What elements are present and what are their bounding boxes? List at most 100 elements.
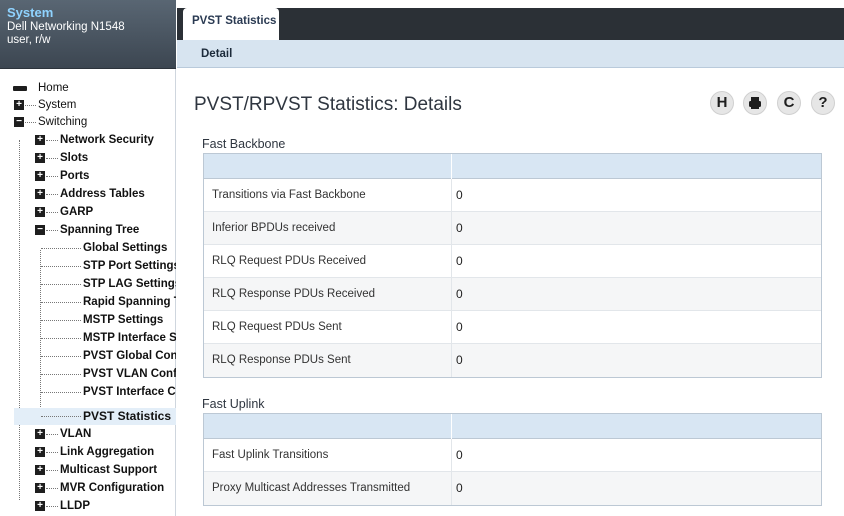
table-row: RLQ Response PDUs Received 0 [204, 278, 821, 311]
tree-connector [46, 212, 58, 213]
tree-connector [41, 248, 81, 249]
tree-connector [41, 284, 81, 285]
row-value: 0 [456, 320, 463, 334]
printer-glyph [749, 97, 761, 109]
tree-connector [46, 140, 58, 141]
sub-tab-detail[interactable]: Detail [201, 48, 232, 60]
nav-label: MVR Configuration [60, 482, 165, 494]
nav-item-mvr-configuration[interactable]: + MVR Configuration [0, 480, 176, 497]
expand-icon[interactable]: + [14, 100, 24, 110]
user-access: user, r/w [7, 34, 51, 46]
nav-label: MSTP Settings [83, 314, 164, 326]
refresh-icon[interactable]: C [777, 91, 801, 115]
table-row: RLQ Request PDUs Sent 0 [204, 311, 821, 344]
expand-icon[interactable]: + [35, 135, 45, 145]
nav-item-global-settings[interactable]: Global Settings [0, 240, 176, 257]
table-header [204, 414, 821, 439]
nav-item-garp[interactable]: + GARP [0, 204, 176, 221]
nav-item-spanning-tree[interactable]: − Spanning Tree [0, 222, 176, 239]
collapse-icon[interactable]: − [14, 117, 24, 127]
row-label: RLQ Request PDUs Sent [212, 321, 342, 333]
table-row: Inferior BPDUs received 0 [204, 212, 821, 245]
expand-icon[interactable]: + [35, 153, 45, 163]
row-label: Proxy Multicast Addresses Transmitted [212, 482, 411, 494]
table-header [204, 154, 821, 179]
tree-connector [25, 105, 36, 106]
nav-label: Rapid Spanning Tre [83, 296, 176, 308]
nav-label: GARP [60, 206, 94, 218]
nav-item-pvst-global-config[interactable]: PVST Global Config [0, 348, 176, 365]
nav-label: STP LAG Settings [83, 278, 176, 290]
nav-label: Link Aggregation [60, 446, 155, 458]
expand-icon[interactable]: + [35, 189, 45, 199]
row-value: 0 [456, 287, 463, 301]
nav-item-stp-lag-settings[interactable]: STP LAG Settings [0, 276, 176, 293]
tree-connector [41, 392, 81, 393]
tree-connector [46, 158, 58, 159]
nav-item-switching[interactable]: − Switching [0, 114, 176, 131]
sub-tab-bar [177, 40, 844, 68]
tree-connector [46, 194, 58, 195]
system-title[interactable]: System [7, 5, 53, 20]
nav-item-network-security[interactable]: + Network Security [0, 132, 176, 149]
nav-label: PVST Global Config [83, 350, 176, 362]
nav-item-multicast-support[interactable]: + Multicast Support [0, 462, 176, 479]
nav-label: Ports [60, 170, 90, 182]
nav-item-pvst-statistics[interactable]: PVST Statistics [14, 408, 176, 425]
nav-item-rapid-spanning-tree[interactable]: Rapid Spanning Tre [0, 294, 176, 311]
home-icon [13, 86, 27, 91]
nav-item-mstp-interface-settings[interactable]: MSTP Interface Sett [0, 330, 176, 347]
expand-icon[interactable]: + [35, 465, 45, 475]
nav-item-address-tables[interactable]: + Address Tables [0, 186, 176, 203]
collapse-icon[interactable]: − [35, 225, 45, 235]
row-value: 0 [456, 481, 463, 495]
expand-icon[interactable]: + [35, 501, 45, 511]
tree-connector [46, 452, 58, 453]
nav-item-pvst-interface-config[interactable]: PVST Interface Con [0, 384, 176, 401]
nav-label: MSTP Interface Sett [83, 332, 176, 344]
nav-item-link-aggregation[interactable]: + Link Aggregation [0, 444, 176, 461]
expand-icon[interactable]: + [35, 447, 45, 457]
row-value: 0 [456, 221, 463, 235]
tree-connector [41, 416, 81, 417]
help-icon-glyph: ? [818, 94, 828, 111]
nav-label: Slots [60, 152, 89, 164]
tree-connector [41, 338, 81, 339]
tree-connector [46, 470, 58, 471]
expand-icon[interactable]: + [35, 171, 45, 181]
row-label: RLQ Response PDUs Received [212, 288, 375, 300]
table-row: Fast Uplink Transitions 0 [204, 439, 821, 472]
row-label: Inferior BPDUs received [212, 222, 336, 234]
nav-label: Address Tables [60, 188, 145, 200]
device-model: Dell Networking N1548 [7, 21, 125, 33]
expand-icon[interactable]: + [35, 483, 45, 493]
nav-item-home[interactable]: Home [0, 80, 176, 97]
nav-label: Global Settings [83, 242, 168, 254]
nav-item-stp-port-settings[interactable]: STP Port Settings [0, 258, 176, 275]
row-value: 0 [456, 254, 463, 268]
nav-item-lldp[interactable]: + LLDP [0, 498, 176, 515]
nav-item-ports[interactable]: + Ports [0, 168, 176, 185]
expand-icon[interactable]: + [35, 429, 45, 439]
nav-label: Network Security [60, 134, 154, 146]
nav-item-pvst-vlan-config[interactable]: PVST VLAN Configu [0, 366, 176, 383]
tree-connector [41, 266, 81, 267]
tab-pvst-statistics[interactable]: PVST Statistics [183, 8, 279, 40]
fast-backbone-table: Transitions via Fast Backbone 0 Inferior… [203, 153, 822, 378]
tree-connector [41, 320, 81, 321]
nav-item-vlan[interactable]: + VLAN [0, 426, 176, 443]
nav-label: PVST Interface Con [83, 386, 176, 398]
section-title-fast-backbone: Fast Backbone [202, 137, 286, 151]
print-icon[interactable] [743, 91, 767, 115]
table-row: RLQ Response PDUs Sent 0 [204, 344, 821, 377]
expand-icon[interactable]: + [35, 207, 45, 217]
save-icon[interactable]: H [710, 91, 734, 115]
nav-item-slots[interactable]: + Slots [0, 150, 176, 167]
tree-connector [46, 176, 58, 177]
nav-item-system[interactable]: + System [0, 97, 176, 114]
table-row: Proxy Multicast Addresses Transmitted 0 [204, 472, 821, 505]
help-icon[interactable]: ? [811, 91, 835, 115]
tree-connector [41, 356, 81, 357]
nav-item-mstp-settings[interactable]: MSTP Settings [0, 312, 176, 329]
row-value: 0 [456, 448, 463, 462]
